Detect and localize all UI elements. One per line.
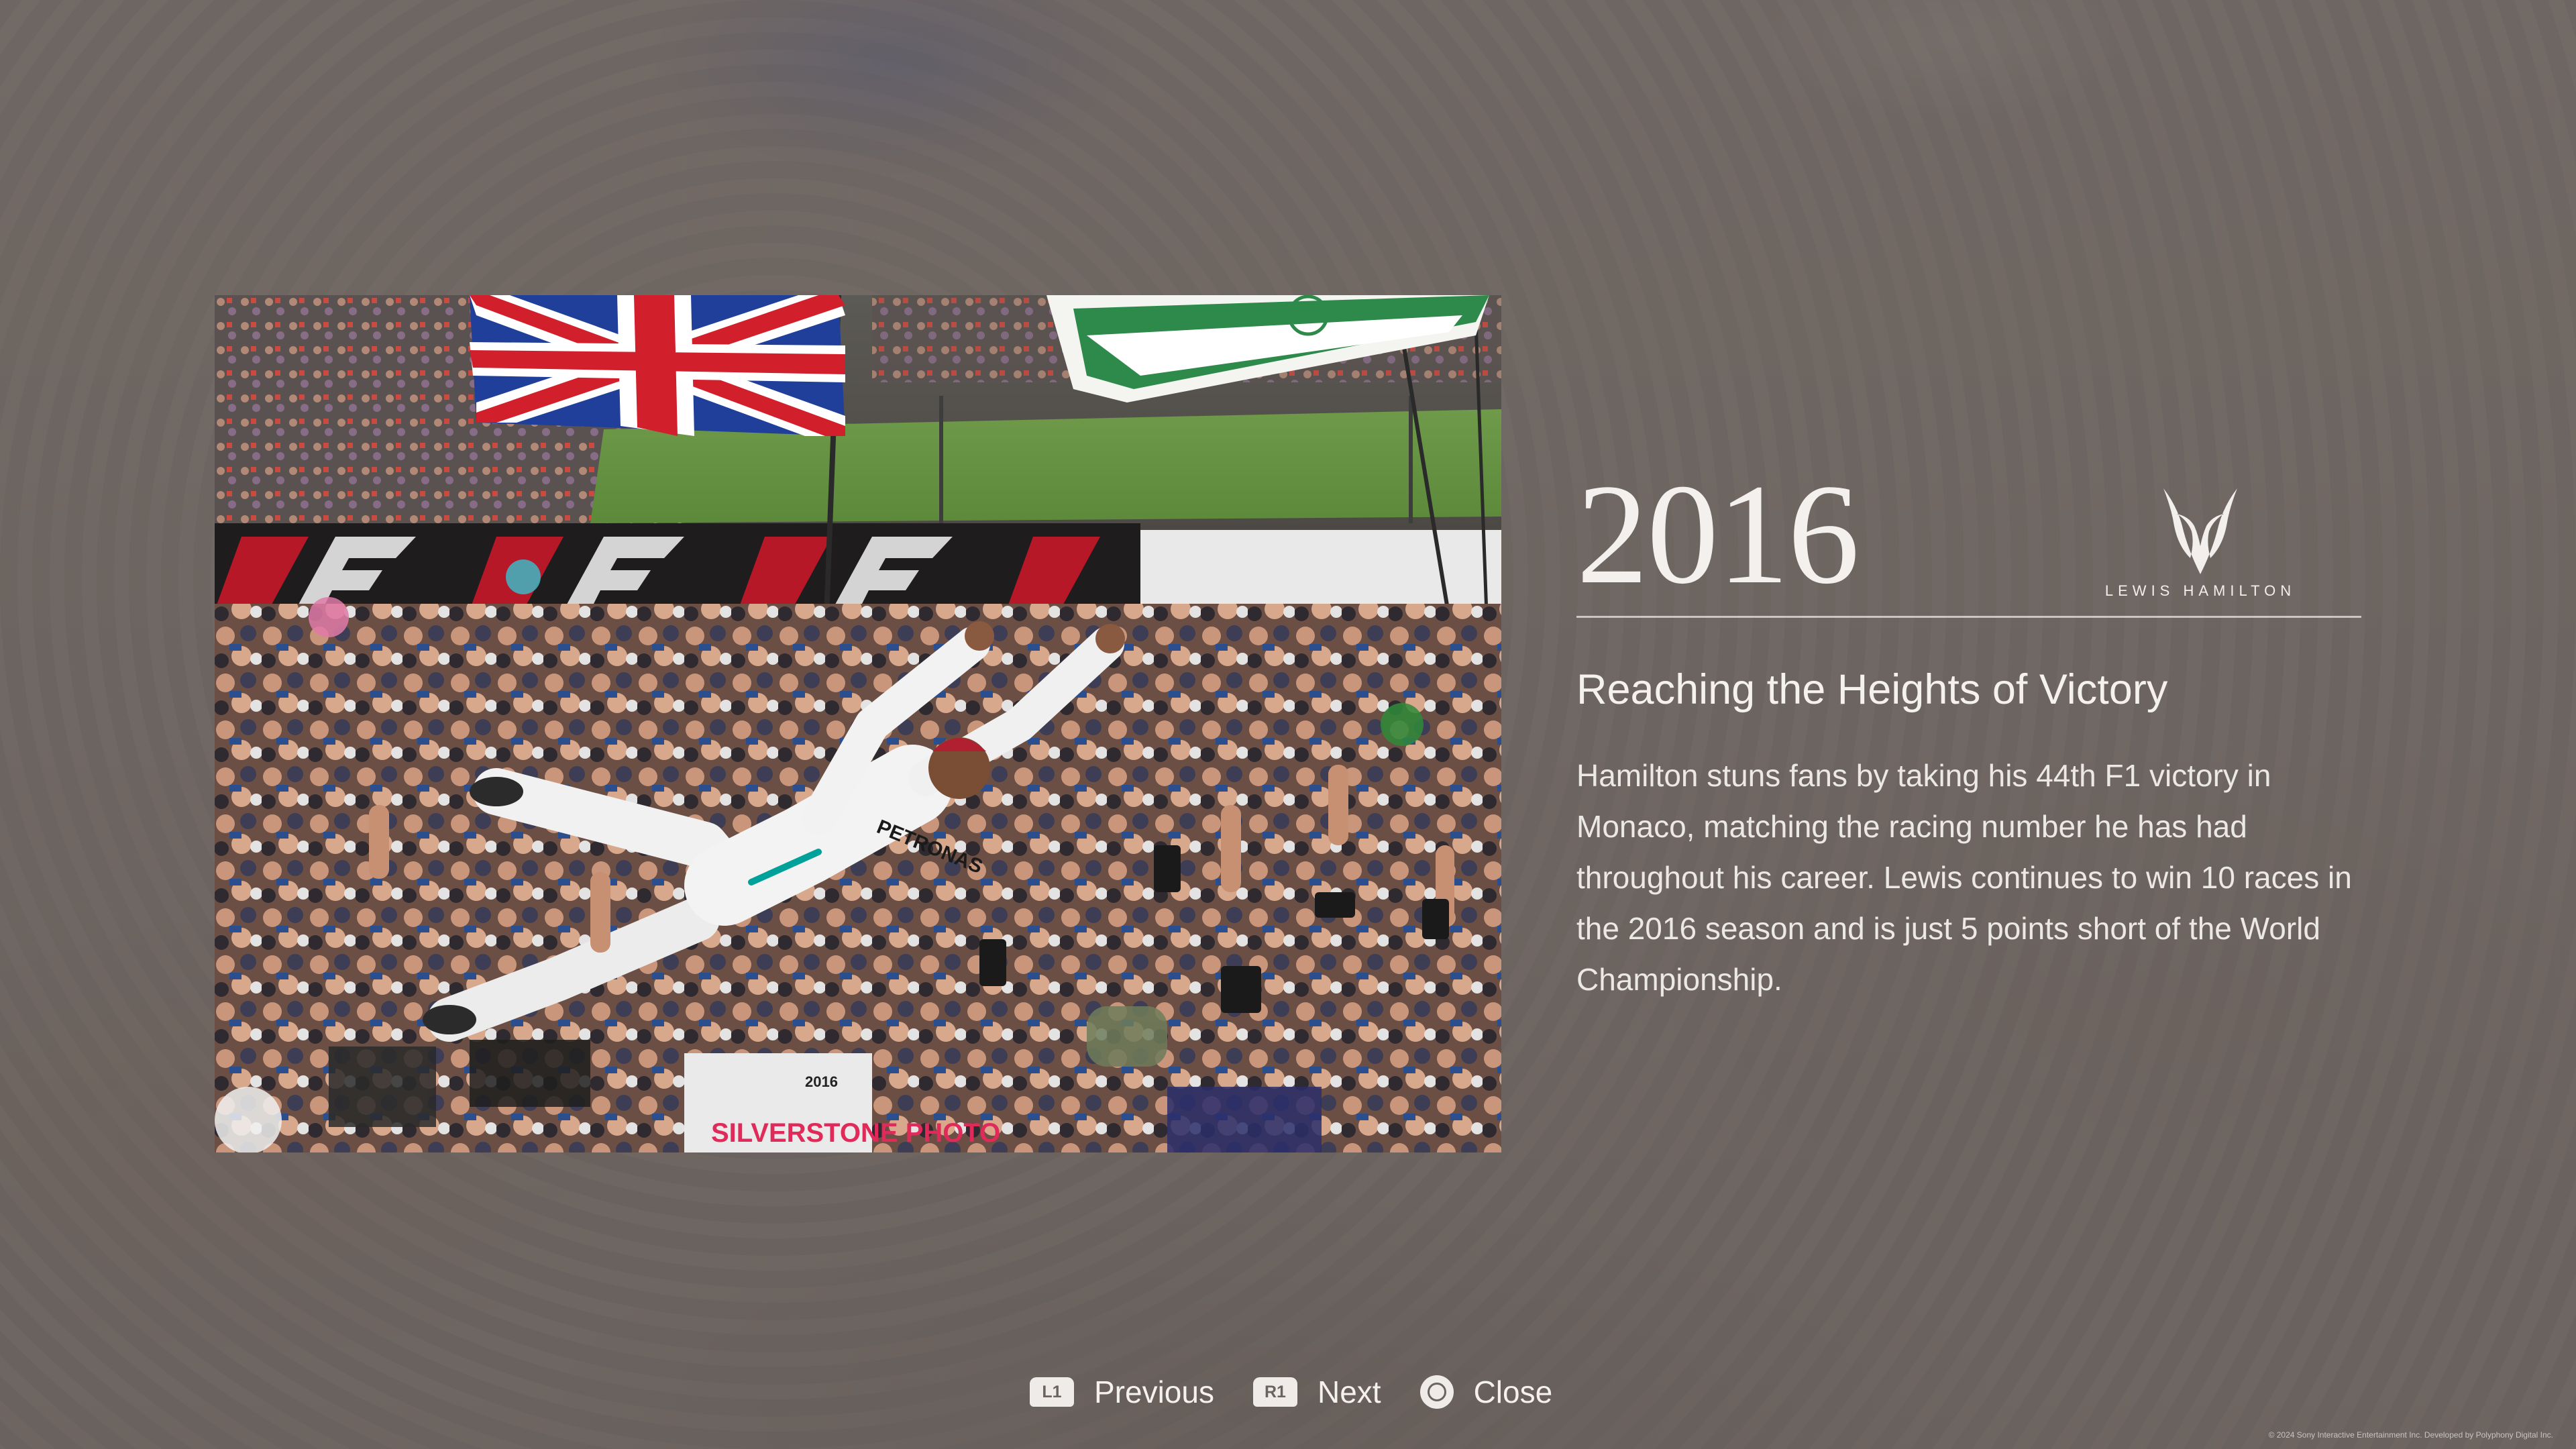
l1-button-icon: L1 — [1030, 1377, 1074, 1407]
r1-button-icon: R1 — [1252, 1377, 1297, 1407]
previous-button[interactable]: L1 Previous — [1030, 1374, 1214, 1410]
copyright-notice: © 2024 Sony Interactive Entertainment In… — [2268, 1430, 2553, 1440]
previous-label: Previous — [1094, 1375, 1214, 1409]
brand-name: LEWIS HAMILTON — [2104, 582, 2296, 599]
circle-button-icon — [1419, 1375, 1454, 1409]
badge-text: 2016 — [805, 1073, 838, 1090]
brand-logo: LEWIS HAMILTON — [2093, 479, 2308, 606]
shirt-text-2: SILVERSTONE PHOTO — [711, 1118, 1000, 1148]
next-label: Next — [1317, 1375, 1381, 1409]
lewis-hamilton-logo-icon — [2163, 488, 2237, 574]
close-button[interactable]: Close — [1419, 1374, 1553, 1410]
year-title: 2016 — [1576, 455, 1860, 614]
next-button[interactable]: R1 Next — [1252, 1374, 1381, 1410]
close-label: Close — [1473, 1375, 1553, 1409]
album-viewer-screen: PETRONAS SILVERSTONE PHOTO 2016 2016 LEW… — [0, 0, 2576, 1449]
entry-headline: Reaching the Heights of Victory — [1576, 666, 2168, 713]
divider — [1576, 616, 2361, 618]
controller-hints: L1 Previous R1 Next Close — [1030, 1371, 1552, 1413]
entry-description: Hamilton stuns fans by taking his 44th F… — [1576, 758, 2352, 997]
crowd-surfing-photo: PETRONAS SILVERSTONE PHOTO 2016 — [215, 295, 1501, 1152]
feature-photo: PETRONAS SILVERSTONE PHOTO 2016 — [215, 295, 1501, 1152]
